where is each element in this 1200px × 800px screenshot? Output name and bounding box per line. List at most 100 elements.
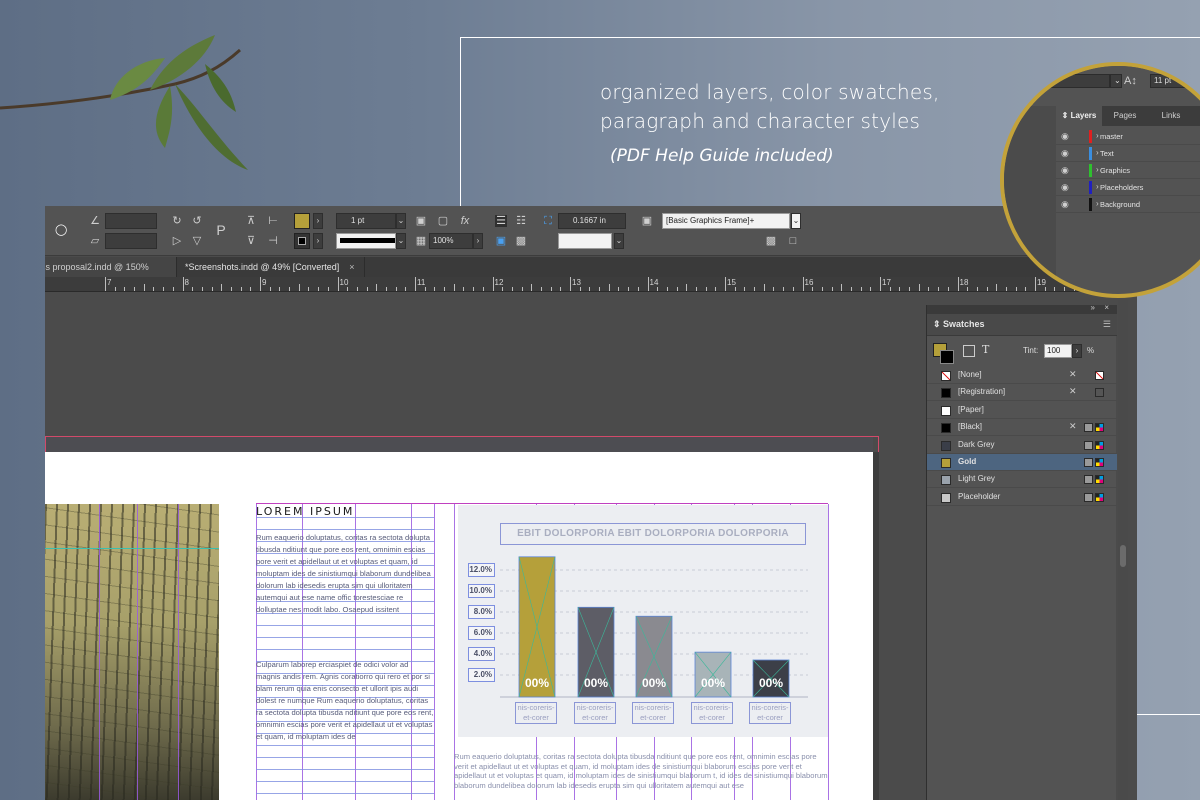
tab-layers[interactable]: ⇕ Layers bbox=[1056, 106, 1102, 126]
rotate-ccw-icon[interactable]: ↺ bbox=[191, 215, 203, 227]
object-style-select[interactable]: [Basic Graphics Frame]+ bbox=[662, 213, 790, 229]
lens-field-left[interactable] bbox=[1044, 74, 1110, 88]
shear-angle-icon[interactable]: ▱ bbox=[89, 235, 101, 247]
ruler-label: 7 bbox=[107, 278, 112, 287]
swatch-row[interactable]: [None] ✕ bbox=[927, 367, 1117, 384]
y-tick-label: 12.0% bbox=[468, 563, 495, 577]
expand-chevron-icon[interactable]: › bbox=[1096, 182, 1099, 191]
page-left-block bbox=[45, 452, 219, 504]
expand-chevron-icon[interactable]: › bbox=[1096, 148, 1099, 157]
swatches-tab[interactable]: ⇕ Swatches bbox=[933, 319, 985, 330]
ruler-label: 13 bbox=[572, 278, 581, 287]
scroll-thumb[interactable] bbox=[1120, 545, 1126, 567]
reference-point-icon[interactable]: P bbox=[215, 223, 227, 237]
swatch-chip bbox=[941, 405, 951, 416]
stroke-box[interactable] bbox=[940, 350, 954, 364]
rotate-angle-icon[interactable]: ∠ bbox=[89, 215, 101, 227]
cmyk-mode-icon bbox=[1095, 458, 1104, 467]
fit-frame-icon[interactable]: ▩ bbox=[515, 235, 527, 247]
lock-icon[interactable]: ◯ bbox=[55, 224, 67, 236]
visibility-eye-icon[interactable]: ◉ bbox=[1061, 165, 1069, 176]
select-previous-icon[interactable]: ⊢ bbox=[267, 215, 279, 227]
fill-dropdown[interactable]: › bbox=[313, 213, 323, 229]
corner-shape-dropdown[interactable]: ⌄ bbox=[614, 233, 624, 249]
corner-options-icon[interactable]: ⛶ bbox=[542, 215, 554, 227]
style-options-icon[interactable]: □ bbox=[787, 235, 799, 247]
drop-shadow-icon[interactable]: ▢ bbox=[437, 215, 449, 227]
select-container-icon[interactable]: ⊼ bbox=[245, 215, 257, 227]
stroke-type-field[interactable] bbox=[336, 233, 396, 249]
layer-row[interactable]: ◉ › Placeholders bbox=[1056, 179, 1200, 196]
body-paragraph-1[interactable]: Rum eaquerio doluptatus, coritas ra sect… bbox=[256, 532, 434, 616]
horizontal-ruler[interactable]: 78910111213141516171819 bbox=[45, 277, 1137, 292]
bottom-paragraph[interactable]: Rum eaquerio doluptatus, coritas ra sect… bbox=[454, 752, 830, 790]
ruler-tick bbox=[453, 284, 455, 291]
expand-chevron-icon[interactable]: › bbox=[1096, 131, 1099, 140]
frame-fitting-icon[interactable]: ▣ bbox=[415, 215, 427, 227]
select-next-icon[interactable]: ⊣ bbox=[267, 235, 279, 247]
swatch-row[interactable]: [Registration] ✕ bbox=[927, 384, 1117, 402]
layer-row[interactable]: ◉ › Graphics bbox=[1056, 162, 1200, 179]
opacity-icon[interactable]: ▦ bbox=[415, 235, 427, 247]
swatch-row[interactable]: [Black] ✕ bbox=[927, 419, 1117, 437]
opacity-dropdown[interactable]: › bbox=[473, 233, 483, 249]
opacity-field[interactable]: 100% bbox=[429, 233, 473, 249]
rotation-field[interactable] bbox=[105, 213, 157, 229]
collapse-icon[interactable]: » bbox=[1091, 303, 1095, 312]
fill-swatch[interactable] bbox=[294, 213, 310, 229]
corner-size-field[interactable]: 0.1667 in bbox=[558, 213, 626, 229]
expand-chevron-icon[interactable]: › bbox=[1096, 199, 1099, 208]
stroke-weight-field[interactable]: 1 pt bbox=[336, 213, 396, 229]
corner-shape-field[interactable] bbox=[558, 233, 612, 249]
tab-screenshots[interactable]: *Screenshots.indd @ 49% [Converted] × bbox=[177, 257, 365, 277]
document-heading[interactable]: LOREM IPSUM bbox=[256, 505, 354, 518]
tint-field[interactable]: 100 bbox=[1044, 344, 1072, 358]
panel-menu-icon[interactable]: ☰ bbox=[1103, 319, 1111, 330]
swatch-row[interactable]: Dark Grey bbox=[927, 437, 1117, 454]
layer-row[interactable]: ◉ › master bbox=[1056, 128, 1200, 145]
formatting-container-icon[interactable] bbox=[963, 345, 975, 357]
fit-content-icon[interactable]: ▣ bbox=[495, 235, 507, 247]
swatch-chip bbox=[941, 388, 951, 399]
close-tab-icon[interactable]: × bbox=[349, 262, 354, 272]
object-style-dropdown[interactable]: ⌄ bbox=[791, 213, 801, 229]
tab-links[interactable]: Links bbox=[1148, 106, 1194, 126]
control-bar: ◯ ∠ ▱ ↻ ↺ ▷ ▽ P ⊼ ⊽ ⊢ ⊣ › › 1 pt ⌄ ⌄ ▣ ▢… bbox=[45, 206, 1137, 256]
ruler-tick bbox=[424, 287, 426, 291]
swatch-row[interactable]: Gold bbox=[927, 454, 1117, 471]
select-content-icon[interactable]: ⊽ bbox=[245, 235, 257, 247]
swatch-row[interactable]: Light Grey bbox=[927, 471, 1117, 489]
visibility-eye-icon[interactable]: ◉ bbox=[1061, 199, 1069, 210]
layer-row[interactable]: ◉ › Text bbox=[1056, 145, 1200, 162]
tab-proposal[interactable]: ss proposal2.indd @ 150% bbox=[45, 257, 177, 277]
formatting-text-icon[interactable]: T bbox=[982, 343, 989, 356]
layer-row[interactable]: ◉ › Background bbox=[1056, 196, 1200, 213]
body-paragraph-2[interactable]: Culparum laborep erciaspiet de odici vol… bbox=[256, 659, 434, 743]
stroke-swatch[interactable] bbox=[294, 233, 310, 249]
flip-vertical-icon[interactable]: ▽ bbox=[191, 235, 203, 247]
stroke-weight-dropdown[interactable]: ⌄ bbox=[396, 213, 406, 229]
ruler-tick bbox=[143, 284, 145, 291]
close-panel-icon[interactable]: × bbox=[1104, 303, 1109, 312]
clear-overrides-icon[interactable]: ▩ bbox=[765, 235, 777, 247]
stroke-type-dropdown[interactable]: ⌄ bbox=[396, 233, 406, 249]
lens-size-field[interactable]: 11 pt bbox=[1150, 74, 1200, 88]
lens-dropdown[interactable]: ⌄ bbox=[1110, 74, 1122, 88]
text-wrap-bbox-icon[interactable]: ☷ bbox=[515, 215, 527, 227]
object-style-icon[interactable]: ▣ bbox=[641, 215, 653, 227]
visibility-eye-icon[interactable]: ◉ bbox=[1061, 182, 1069, 193]
rotate-cw-icon[interactable]: ↻ bbox=[171, 215, 183, 227]
swatch-row[interactable]: Placeholder bbox=[927, 489, 1117, 506]
tint-dropdown[interactable]: › bbox=[1072, 344, 1082, 358]
stroke-dropdown[interactable]: › bbox=[313, 233, 323, 249]
swatch-row[interactable]: [Paper] bbox=[927, 402, 1117, 419]
tab-pages[interactable]: Pages bbox=[1102, 106, 1148, 126]
shear-field[interactable] bbox=[105, 233, 157, 249]
visibility-eye-icon[interactable]: ◉ bbox=[1061, 148, 1069, 159]
expand-chevron-icon[interactable]: › bbox=[1096, 165, 1099, 174]
leading-icon[interactable]: A↕ bbox=[1124, 75, 1137, 87]
text-wrap-none-icon[interactable]: ☰ bbox=[495, 215, 507, 227]
visibility-eye-icon[interactable]: ◉ bbox=[1061, 131, 1069, 142]
effects-fx-icon[interactable]: fx bbox=[459, 215, 471, 227]
flip-horizontal-icon[interactable]: ▷ bbox=[171, 235, 183, 247]
